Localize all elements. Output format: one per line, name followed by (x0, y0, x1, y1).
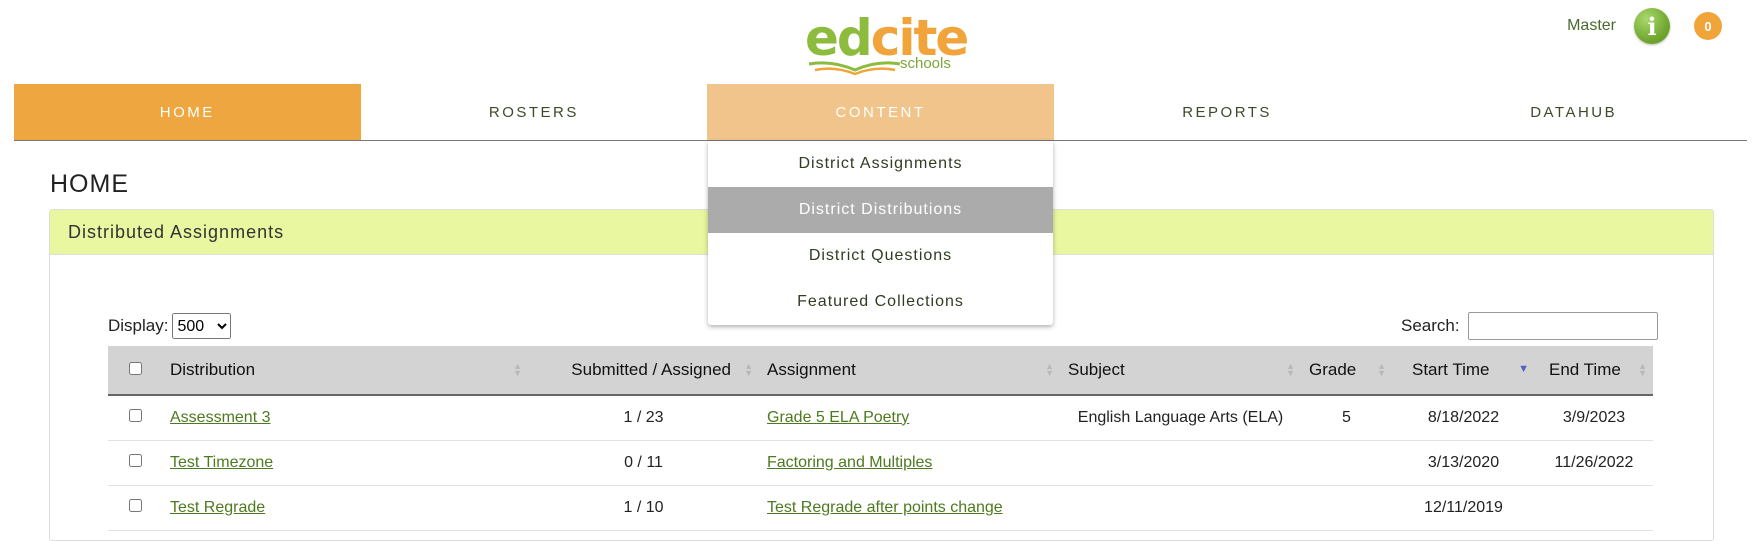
search-label: Search: (1401, 316, 1460, 335)
sort-icon: ▲ ▼ (1045, 361, 1054, 378)
row-checkbox[interactable] (128, 408, 142, 422)
distribution-link[interactable]: Test Timezone (170, 454, 273, 471)
nav-rosters[interactable]: ROSTERS (361, 84, 708, 140)
end-time-cell: 3/9/2023 (1562, 408, 1626, 426)
nav-datahub[interactable]: DATAHUB (1400, 84, 1747, 140)
display-label: Display: (108, 316, 169, 335)
col-assignment[interactable]: Assignment ▲ ▼ (759, 346, 1060, 395)
display-control: Display: 500 (108, 313, 232, 339)
subject-cell (1060, 485, 1301, 530)
end-time-cell: 11/26/2022 (1554, 453, 1634, 471)
menu-item-featured-collections[interactable]: Featured Collections (708, 279, 1053, 325)
page-title: HOME (50, 170, 129, 198)
col-submitted[interactable]: Submitted / Assigned ▲ ▼ (528, 346, 759, 395)
submitted-count: 1 / 23 (623, 408, 664, 426)
menu-item-district-assignments[interactable]: District Assignments (708, 141, 1053, 187)
grade-cell (1301, 485, 1392, 530)
select-all-header (108, 346, 162, 395)
end-time-cell (1535, 485, 1653, 530)
nav-home[interactable]: HOME (14, 84, 361, 140)
search-input[interactable] (1467, 312, 1658, 340)
user-name[interactable]: Master (1567, 17, 1616, 35)
table-header-row: Distribution ▲ ▼ Submitted / Assigned ▲ ▼ … (108, 346, 1653, 395)
distribution-link[interactable]: Assessment 3 (170, 409, 270, 426)
menu-item-district-distributions[interactable]: District Distributions (708, 187, 1053, 233)
col-start-time[interactable]: Start Time ▼ (1392, 346, 1535, 395)
grade-cell (1301, 440, 1392, 485)
col-end-time[interactable]: End Time ▲ ▼ (1535, 346, 1653, 395)
search-control: Search: (1401, 312, 1658, 340)
table-row: Test Timezone 0 / 11 Factoring and Multi… (108, 440, 1653, 485)
table-row: Assessment 3 1 / 23 Grade 5 ELA Poetry E… (108, 395, 1653, 440)
submitted-count: 1 / 10 (623, 498, 664, 516)
sort-icon: ▲ ▼ (1286, 361, 1295, 378)
subject-cell: English Language Arts (ELA) (1077, 408, 1284, 426)
select-all-checkbox[interactable] (128, 362, 142, 375)
nav-content[interactable]: CONTENT (707, 84, 1054, 140)
start-time-cell: 3/13/2020 (1427, 453, 1500, 471)
sort-icon: ▲ ▼ (1377, 361, 1386, 378)
table-row: Test Regrade 1 / 10 Test Regrade after p… (108, 485, 1653, 530)
edcite-logo[interactable]: edcite schools (805, 8, 969, 78)
assignment-link[interactable]: Grade 5 ELA Poetry (767, 409, 909, 426)
nav-reports[interactable]: REPORTS (1054, 84, 1401, 140)
sort-desc-icon: ▼ (1518, 363, 1529, 375)
logo-subtext: schools (900, 55, 951, 72)
start-time-cell: 12/11/2019 (1424, 498, 1503, 516)
assignment-link[interactable]: Factoring and Multiples (767, 454, 932, 471)
distribution-link[interactable]: Test Regrade (170, 499, 265, 516)
content-dropdown-menu: District Assignments District Distributi… (708, 141, 1053, 325)
grade-cell: 5 (1342, 408, 1351, 426)
row-checkbox[interactable] (128, 453, 142, 467)
row-checkbox[interactable] (128, 498, 142, 512)
notification-badge[interactable]: 0 (1694, 12, 1722, 40)
subject-cell (1060, 440, 1301, 485)
main-nav: HOME ROSTERS CONTENT REPORTS DATAHUB (14, 84, 1747, 141)
sort-icon: ▲ ▼ (1638, 361, 1647, 378)
col-distribution[interactable]: Distribution ▲ ▼ (162, 346, 528, 395)
assignment-link[interactable]: Test Regrade after points change (767, 499, 1003, 516)
col-grade[interactable]: Grade ▲ ▼ (1301, 346, 1392, 395)
start-time-cell: 8/18/2022 (1427, 408, 1500, 426)
col-subject[interactable]: Subject ▲ ▼ (1060, 346, 1301, 395)
menu-item-district-questions[interactable]: District Questions (708, 233, 1053, 279)
distributions-table: Distribution ▲ ▼ Submitted / Assigned ▲ ▼ … (108, 346, 1653, 531)
book-icon (808, 61, 901, 76)
sort-icon: ▲ ▼ (513, 361, 522, 378)
display-count-select[interactable]: 500 (172, 313, 232, 339)
sort-icon: ▲ ▼ (744, 361, 753, 378)
user-area: Master i 0 (1567, 6, 1722, 46)
info-icon[interactable]: i (1634, 8, 1670, 44)
submitted-count: 0 / 11 (624, 453, 663, 471)
